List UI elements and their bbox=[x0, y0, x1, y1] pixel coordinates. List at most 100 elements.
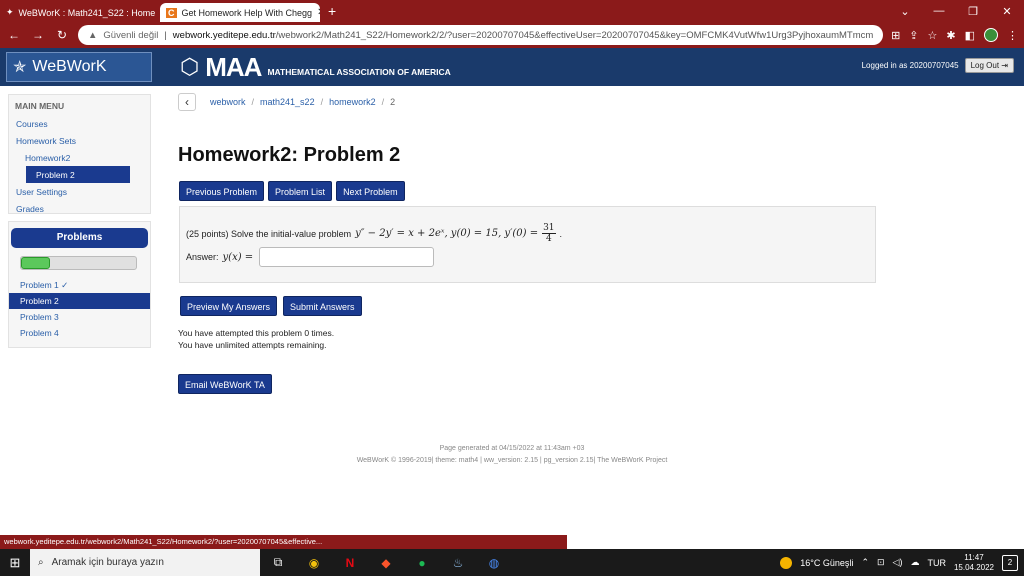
maa-subtitle: MATHEMATICAL ASSOCIATION OF AMERICA bbox=[267, 67, 451, 77]
toolbar-right: ⊞ ⇪ ☆ ✱ ◧ ⋮ bbox=[891, 28, 1018, 42]
bookmark-star-icon[interactable]: ☆ bbox=[928, 29, 938, 42]
site-header: ✯ WeBWorK ⬡ MAA MATHEMATICAL ASSOCIATION… bbox=[0, 48, 1024, 86]
warning-icon: ▲ bbox=[88, 29, 98, 41]
restore-button[interactable]: ❐ bbox=[956, 5, 990, 18]
progress-bar bbox=[20, 256, 137, 270]
answer-label: Answer: bbox=[186, 252, 219, 262]
breadcrumb: ‹ webwork / math241_s22 / homework2 / 2 bbox=[178, 93, 395, 111]
maa-polyhedron-icon: ⬡ bbox=[180, 54, 200, 79]
translate-icon[interactable]: ⊞ bbox=[891, 29, 900, 42]
period: . bbox=[559, 228, 563, 239]
steam-icon[interactable]: ♨ bbox=[440, 549, 476, 576]
security-label: Güvenli değil bbox=[103, 29, 159, 41]
status-url: webwork.yeditepe.edu.tr/webwork2/Math241… bbox=[0, 535, 567, 549]
sidebar-item-homework-sets[interactable]: Homework Sets bbox=[9, 132, 150, 149]
sidebar-item-homework2[interactable]: Homework2 bbox=[9, 149, 150, 166]
problem-link-3[interactable]: Problem 3 bbox=[9, 309, 150, 325]
separator: | bbox=[164, 29, 167, 41]
reload-button[interactable]: ↻ bbox=[54, 28, 70, 42]
menu-dots-icon[interactable]: ⋮ bbox=[1007, 29, 1018, 42]
crumb-problem: 2 bbox=[390, 97, 396, 107]
notification-icon[interactable]: 2 bbox=[1002, 554, 1018, 571]
tab-chegg[interactable]: C Get Homework Help With Chegg ✕ bbox=[160, 3, 320, 22]
minimize-button[interactable]: — bbox=[922, 5, 956, 17]
main-menu: MAIN MENU Courses Homework Sets Homework… bbox=[8, 94, 151, 214]
back-button[interactable]: ← bbox=[6, 28, 22, 42]
webwork-page: ✯ WeBWorK ⬡ MAA MATHEMATICAL ASSOCIATION… bbox=[0, 48, 1024, 535]
language-label[interactable]: TUR bbox=[927, 558, 946, 568]
sidebar-item-grades[interactable]: Grades bbox=[9, 200, 150, 217]
address-bar[interactable]: ▲ Güvenli değil | webwork.yeditepe.edu.t… bbox=[78, 25, 884, 45]
footer-version: WeBWorK © 1996-2019| theme: math4 | ww_v… bbox=[356, 457, 668, 464]
previous-problem-button[interactable]: Previous Problem bbox=[179, 181, 265, 201]
fraction-denominator: 4 bbox=[545, 234, 552, 244]
sidebar-item-problem-2[interactable]: Problem 2 bbox=[26, 166, 130, 183]
search-icon: ⌕ bbox=[38, 557, 44, 568]
crumb-set[interactable]: homework2 bbox=[329, 97, 376, 107]
weather-label[interactable]: 16°C Güneşli bbox=[800, 558, 853, 568]
webwork-star-icon: ✦ bbox=[6, 7, 14, 17]
windows-taskbar: ⊞ ⌕ Aramak için buraya yazın ⧉ ◉ N ◆ ● ♨… bbox=[0, 549, 1024, 576]
logout-button[interactable]: Log Out ⇥ bbox=[964, 58, 1014, 73]
answer-input[interactable] bbox=[259, 247, 435, 267]
problem-link-1[interactable]: Problem 1 ✓ bbox=[9, 277, 150, 293]
back-chevron-button[interactable]: ‹ bbox=[178, 93, 196, 111]
problem-statement: (25 points) Solve the initial-value prob… bbox=[186, 223, 562, 244]
tab-webwork[interactable]: ✦ WeBWorK : Math241_S22 : Home ✕ bbox=[0, 3, 160, 22]
clock-date: 15.04.2022 bbox=[953, 562, 994, 572]
clock-time: 11:47 bbox=[964, 552, 984, 562]
submit-answers-button[interactable]: Submit Answers bbox=[283, 296, 362, 316]
task-view-icon[interactable]: ⧉ bbox=[260, 549, 296, 576]
search-placeholder: Aramak için buraya yazın bbox=[51, 557, 164, 568]
progress-fill bbox=[21, 257, 50, 269]
chevron-up-icon[interactable]: ⌃ bbox=[861, 557, 869, 568]
window-controls: ⌄ — ❐ ✕ bbox=[888, 0, 1024, 22]
webwork-logo[interactable]: ✯ WeBWorK bbox=[6, 52, 152, 82]
logged-in-label: Logged in as 20200707045 bbox=[861, 61, 959, 70]
taskbar-search[interactable]: ⌕ Aramak için buraya yazın bbox=[30, 549, 260, 576]
sidebar-item-user-settings[interactable]: User Settings bbox=[9, 183, 150, 200]
browser-tab-strip: ✦ WeBWorK : Math241_S22 : Home ✕ C Get H… bbox=[0, 0, 1024, 22]
problem-link-4[interactable]: Problem 4 bbox=[9, 325, 150, 341]
close-window-button[interactable]: ✕ bbox=[990, 5, 1024, 18]
profile-avatar[interactable] bbox=[984, 28, 998, 42]
crumb-course[interactable]: math241_s22 bbox=[260, 97, 315, 107]
netflix-icon[interactable]: N bbox=[332, 549, 368, 576]
spotify-icon[interactable]: ● bbox=[404, 549, 440, 576]
email-ta-wrap: Email WeBWorK TA bbox=[178, 374, 272, 394]
url-host: webwork.yeditepe.edu.tr bbox=[172, 29, 276, 41]
share-icon[interactable]: ⇪ bbox=[909, 29, 918, 42]
email-ta-button[interactable]: Email WeBWorK TA bbox=[178, 374, 272, 394]
page-footer: Page generated at 04/15/2022 at 11:43am … bbox=[0, 443, 1024, 467]
login-info: Logged in as 20200707045 Log Out ⇥ bbox=[862, 58, 1014, 73]
windows-start-icon[interactable]: ⊞ bbox=[0, 555, 30, 571]
maa-logo[interactable]: ⬡ MAA MATHEMATICAL ASSOCIATION OF AMERIC… bbox=[180, 52, 451, 83]
app-icon[interactable]: ◍ bbox=[476, 549, 512, 576]
chevron-down-icon[interactable]: ⌄ bbox=[888, 5, 922, 18]
crumb-separator: / bbox=[251, 97, 255, 107]
crumb-separator: / bbox=[381, 97, 385, 107]
preview-answers-button[interactable]: Preview My Answers bbox=[180, 296, 278, 316]
sidebar-item-courses[interactable]: Courses bbox=[9, 115, 150, 132]
browser-toolbar: ← → ↻ ▲ Güvenli değil | webwork.yeditepe… bbox=[0, 22, 1024, 48]
new-tab-button[interactable]: + bbox=[320, 3, 344, 22]
problems-panel: Problems Problem 1 ✓ Problem 2 Problem 3… bbox=[8, 221, 151, 348]
volume-icon[interactable]: ◁) bbox=[893, 557, 903, 568]
problem-link-2[interactable]: Problem 2 bbox=[9, 293, 150, 309]
answer-actions: Preview My Answers Submit Answers bbox=[180, 296, 362, 316]
extensions-icon[interactable]: ✱ bbox=[946, 29, 955, 42]
problem-intro: (25 points) Solve the initial-value prob… bbox=[186, 228, 352, 239]
clock[interactable]: 11:47 15.04.2022 bbox=[954, 553, 994, 573]
network-icon[interactable]: ⊡ bbox=[877, 557, 885, 568]
crumb-webwork[interactable]: webwork bbox=[210, 97, 246, 107]
cloud-icon[interactable]: ☁ bbox=[910, 557, 919, 568]
brave-icon[interactable]: ◆ bbox=[368, 549, 404, 576]
sidepanel-icon[interactable]: ◧ bbox=[965, 29, 975, 42]
problem-box: (25 points) Solve the initial-value prob… bbox=[179, 206, 876, 283]
chegg-c-icon: C bbox=[166, 7, 177, 18]
forward-button[interactable]: → bbox=[30, 28, 46, 42]
next-problem-button[interactable]: Next Problem bbox=[336, 181, 405, 201]
attempts-info: You have attempted this problem 0 times.… bbox=[178, 327, 334, 351]
chrome-icon[interactable]: ◉ bbox=[296, 549, 332, 576]
problem-list-button[interactable]: Problem List bbox=[268, 181, 333, 201]
